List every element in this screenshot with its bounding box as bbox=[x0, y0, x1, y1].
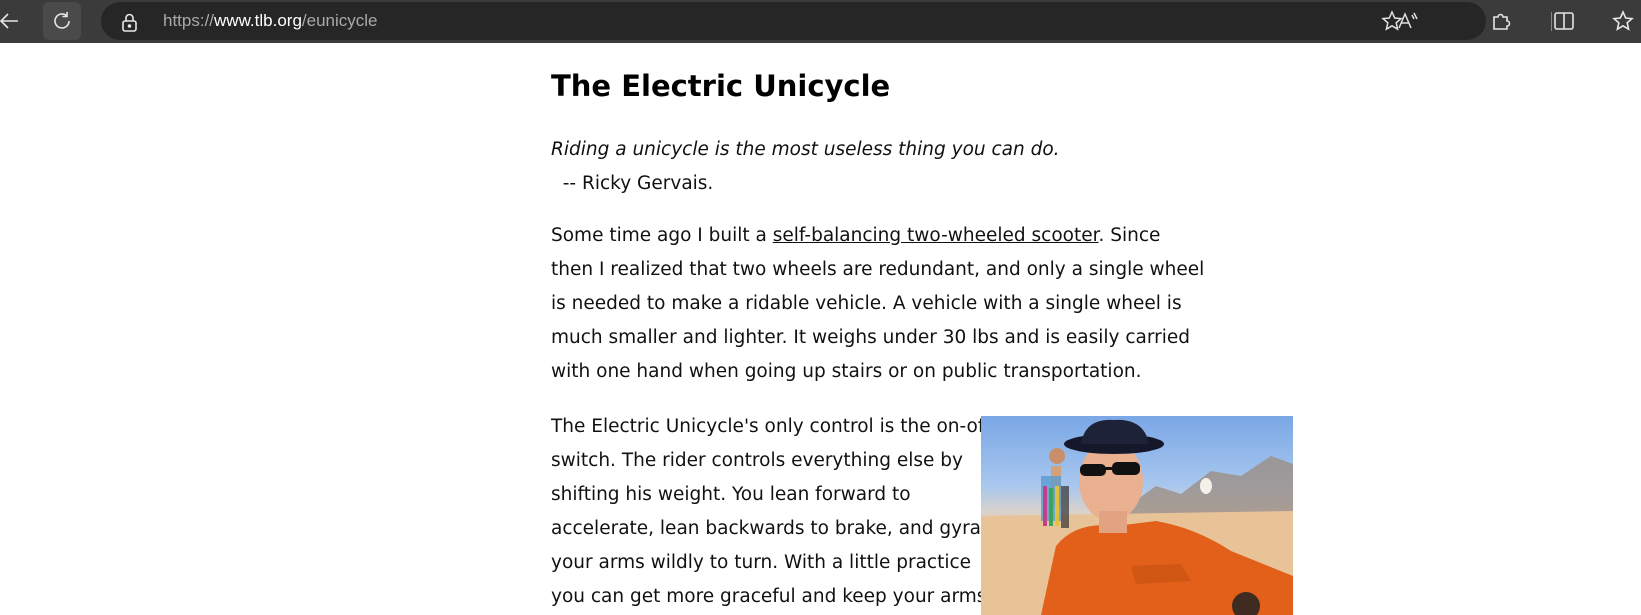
back-arrow-icon bbox=[0, 13, 18, 29]
paragraph-line: with one hand when going up stairs or on… bbox=[551, 361, 1142, 382]
control-paragraph: The Electric Unicycle's only control is … bbox=[551, 410, 1000, 614]
split-screen-button[interactable] bbox=[1545, 2, 1583, 40]
paragraph-line: you can get more graceful and keep your … bbox=[551, 586, 987, 607]
photo-illustration bbox=[981, 419, 1293, 615]
back-button[interactable] bbox=[0, 2, 28, 40]
page-title: The Electric Unicycle bbox=[551, 69, 891, 103]
paragraph-line: Some time ago I built a self-balancing t… bbox=[551, 219, 1176, 253]
url-path: /eunicycle bbox=[301, 11, 378, 30]
lock-icon[interactable] bbox=[121, 13, 138, 37]
paragraph-text: Some time ago I built a bbox=[551, 225, 773, 246]
paragraph-line: accelerate, lean backwards to brake, and… bbox=[551, 518, 1000, 539]
intro-paragraph: Some time ago I built a self-balancing t… bbox=[551, 219, 1205, 389]
extensions-button[interactable] bbox=[1482, 2, 1520, 40]
paragraph-line: much smaller and lighter. It weighs unde… bbox=[551, 327, 1190, 348]
scooter-link[interactable]: self-balancing two-wheeled scooter bbox=[773, 225, 1099, 246]
address-bar[interactable]: https://www.tlb.org/eunicycle bbox=[101, 2, 1486, 40]
paragraph-line: then I realized that two wheels are redu… bbox=[551, 259, 1205, 280]
paragraph-line: your arms wildly to turn. With a little … bbox=[551, 552, 972, 573]
favorites-button[interactable] bbox=[1604, 2, 1641, 40]
refresh-icon bbox=[54, 12, 70, 29]
url-scheme: https:// bbox=[163, 11, 215, 30]
star-icon[interactable] bbox=[1381, 10, 1403, 32]
unicycle-rider-photo bbox=[981, 416, 1293, 615]
url-host: www.tlb.org bbox=[214, 11, 302, 30]
paragraph-line: switch. The rider controls everything el… bbox=[551, 450, 963, 471]
paragraph-line: shifting his weight. You lean forward to bbox=[551, 484, 911, 505]
browser-toolbar: https://www.tlb.org/eunicycle bbox=[0, 0, 1641, 43]
url-text[interactable]: https://www.tlb.org/eunicycle bbox=[163, 11, 378, 31]
puzzle-piece-icon bbox=[1493, 13, 1511, 30]
epigraph-attribution: -- Ricky Gervais. bbox=[551, 173, 714, 194]
split-screen-icon bbox=[1554, 12, 1574, 30]
epigraph-quote: Riding a unicycle is the most useless th… bbox=[551, 139, 1060, 160]
refresh-button[interactable] bbox=[43, 2, 81, 40]
paragraph-line: is needed to make a ridable vehicle. A v… bbox=[551, 293, 1182, 314]
favorites-icon bbox=[1612, 10, 1634, 31]
paragraph-line: The Electric Unicycle's only control is … bbox=[551, 416, 991, 437]
paragraph-text: . Since bbox=[1098, 225, 1161, 246]
